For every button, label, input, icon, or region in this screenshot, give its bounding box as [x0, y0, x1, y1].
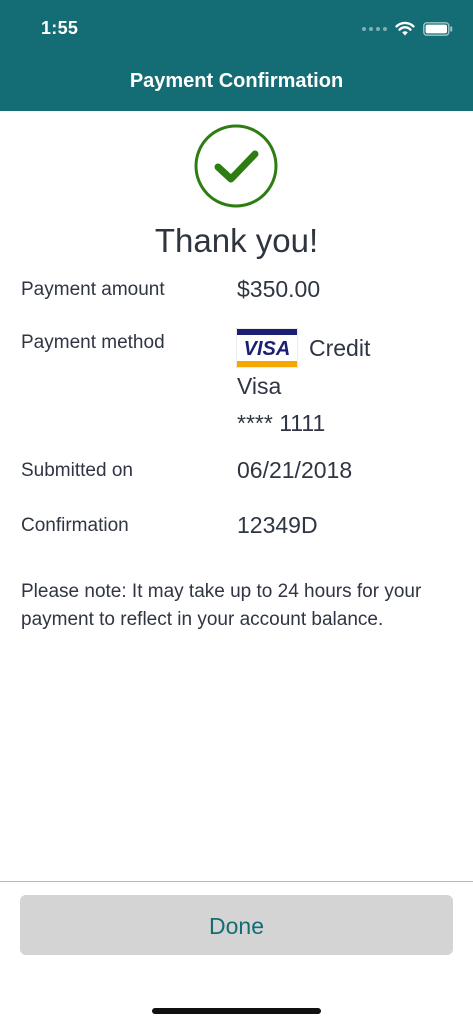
payment-amount-value: $350.00: [237, 276, 321, 302]
submitted-on-value: 06/21/2018: [237, 457, 353, 483]
payment-method-brand: Visa: [237, 373, 282, 399]
visa-logo-text: VISA: [244, 338, 291, 360]
status-time: 1:55: [41, 18, 79, 38]
status-indicators: [362, 18, 453, 40]
confirmation-number-value: 12349D: [237, 512, 318, 538]
checkmark-circle-icon: [194, 124, 278, 208]
cellular-signal-icon: [362, 27, 387, 31]
submitted-on-label: Submitted on: [21, 460, 133, 481]
payment-method-type: Credit: [309, 335, 371, 361]
wifi-icon: [395, 21, 415, 36]
footer-divider: [0, 881, 473, 882]
done-button[interactable]: Done: [20, 895, 453, 955]
payment-amount-label: Payment amount: [21, 279, 165, 300]
visa-card-icon: VISA: [236, 328, 298, 368]
payment-confirmation-screen: 1:55 Payment Confirmation Thank you! Pay…: [0, 0, 473, 1024]
home-indicator[interactable]: [152, 1008, 321, 1014]
confirmation-label: Confirmation: [21, 515, 129, 536]
app-header: 1:55 Payment Confirmation: [0, 0, 473, 111]
payment-method-label: Payment method: [21, 332, 165, 353]
battery-icon: [423, 22, 453, 36]
processing-note: Please note: It may take up to 24 hours …: [21, 581, 422, 630]
page-title: Payment Confirmation: [129, 70, 344, 92]
thank-you-heading: Thank you!: [154, 222, 319, 259]
payment-method-card-number: **** 1111: [237, 410, 326, 436]
